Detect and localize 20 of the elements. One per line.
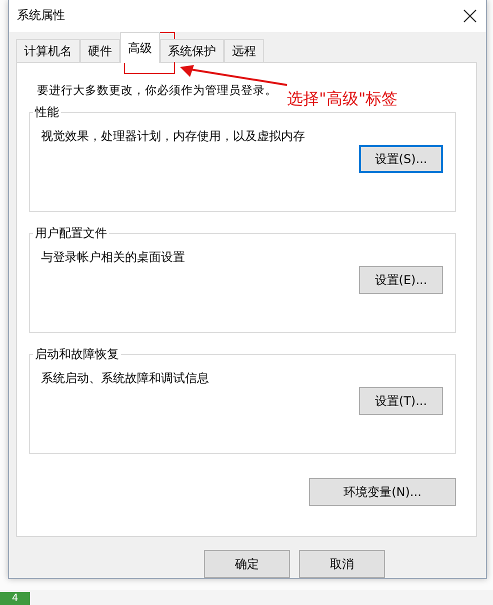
- settings-button[interactable]: 设置(E)...: [359, 266, 443, 294]
- tab[interactable]: 计算机名: [16, 39, 80, 62]
- tab[interactable]: 高级: [120, 32, 160, 64]
- settings-button[interactable]: 设置(T)...: [359, 387, 443, 416]
- group-description: 系统启动、系统故障和调试信息: [41, 370, 210, 388]
- close-icon: [462, 8, 478, 24]
- dialog-button[interactable]: 取消: [299, 550, 385, 578]
- tab[interactable]: 硬件: [80, 39, 120, 62]
- settings-button[interactable]: 设置(S)...: [359, 145, 443, 174]
- group-description: 与登录帐户相关的桌面设置: [41, 249, 186, 266]
- environment-variables-button[interactable]: 环境变量(N)...: [309, 478, 456, 506]
- tab[interactable]: 系统保护: [160, 39, 224, 62]
- annotation-label: 选择"高级"标签: [287, 89, 398, 110]
- close-button[interactable]: [462, 8, 478, 24]
- tab[interactable]: 远程: [224, 39, 264, 62]
- window-title: 系统属性: [17, 7, 65, 24]
- step-number: 4: [0, 592, 30, 605]
- dialog-button[interactable]: 确定: [204, 550, 290, 578]
- group-description: 视觉效果，处理器计划，内存使用，以及虚拟内存: [41, 128, 306, 146]
- notice-text: 要进行大多数更改，你必须作为管理员登录。: [37, 83, 277, 98]
